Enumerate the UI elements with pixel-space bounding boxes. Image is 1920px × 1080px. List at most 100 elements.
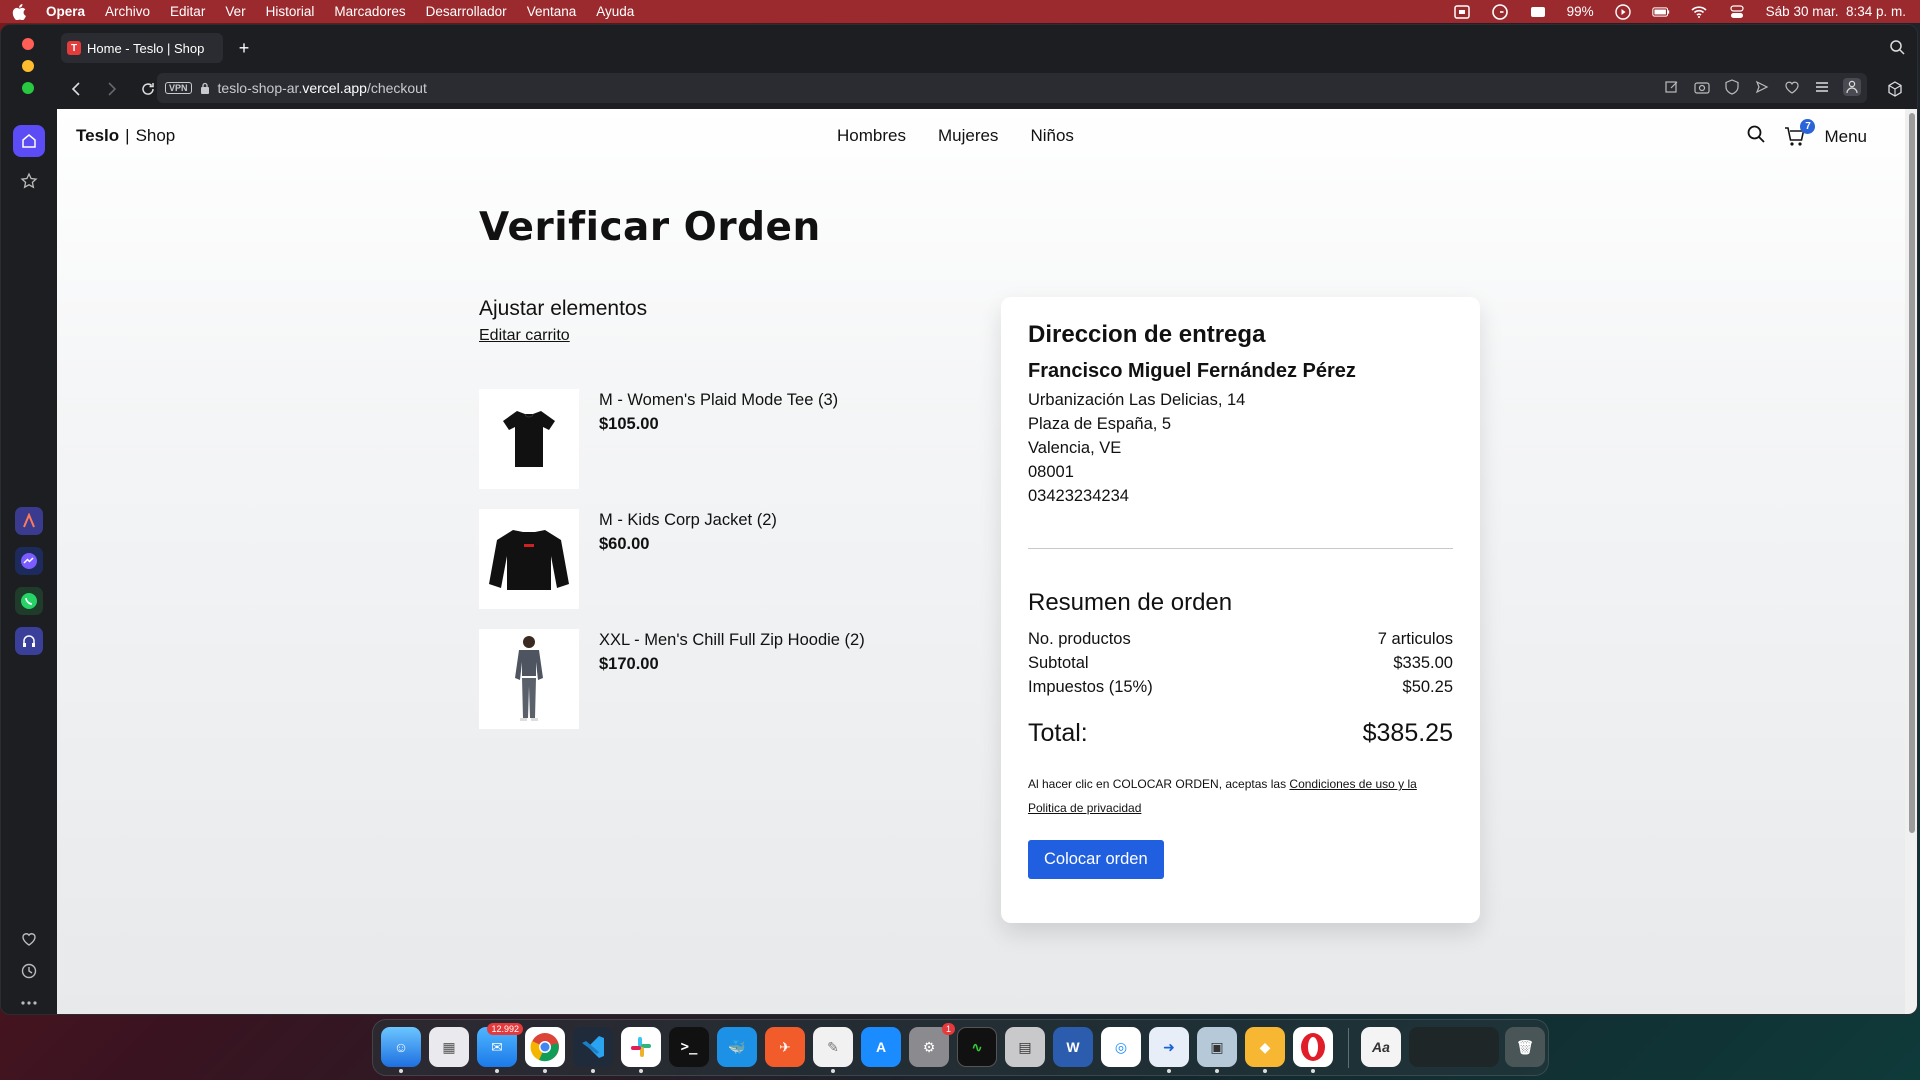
- grammarly-icon[interactable]: [1491, 3, 1509, 20]
- activity-monitor-icon[interactable]: ∿: [957, 1027, 997, 1067]
- system-settings-icon[interactable]: ⚙ 1: [909, 1023, 955, 1067]
- wifi-icon[interactable]: [1690, 5, 1708, 19]
- item-title: M - Women's Plaid Mode Tee (3): [599, 391, 839, 409]
- trash-icon[interactable]: 🗑: [1505, 1027, 1545, 1067]
- opera-icon[interactable]: [1293, 1027, 1333, 1073]
- item-price: $60.00: [599, 535, 650, 553]
- tab-title: Home - Teslo | Shop: [87, 40, 205, 56]
- vscode-icon[interactable]: [573, 1027, 613, 1073]
- messenger-icon[interactable]: [15, 547, 43, 575]
- word-icon[interactable]: W: [1053, 1027, 1093, 1067]
- launchpad-icon[interactable]: ▦: [429, 1027, 469, 1067]
- menu-ventana[interactable]: Ventana: [527, 4, 577, 19]
- heart-outline-icon[interactable]: [1783, 78, 1801, 96]
- close-window-button[interactable]: [22, 38, 34, 50]
- summary-value: 7 articulos: [1377, 630, 1453, 648]
- chrome-icon[interactable]: [525, 1027, 565, 1073]
- screen-share-icon[interactable]: [1453, 4, 1471, 19]
- place-order-button[interactable]: Colocar orden: [1028, 840, 1164, 879]
- menu-desarrollador[interactable]: Desarrollador: [426, 4, 507, 19]
- battery-icon[interactable]: [1651, 5, 1670, 19]
- music-player-icon[interactable]: [15, 627, 43, 655]
- total-value: $385.25: [1362, 719, 1453, 747]
- url-input[interactable]: VPN teslo-shop-ar. vercel.app/checkout: [157, 73, 1867, 103]
- finder-icon[interactable]: ☺: [381, 1027, 421, 1073]
- control-center-icon[interactable]: [1728, 4, 1746, 19]
- black-tshirt-image: [479, 389, 579, 489]
- nav-mujeres[interactable]: Mujeres: [938, 126, 998, 146]
- menu-historial[interactable]: Historial: [266, 4, 315, 19]
- profile-avatar-icon[interactable]: [1843, 78, 1861, 96]
- menu-editar[interactable]: Editar: [170, 4, 205, 19]
- tab-teslo-home[interactable]: T Home - Teslo | Shop: [61, 33, 223, 63]
- sketch-icon[interactable]: ◆: [1245, 1027, 1285, 1073]
- terminal-icon[interactable]: >_: [669, 1027, 709, 1067]
- menu-ayuda[interactable]: Ayuda: [596, 4, 634, 19]
- textedit-icon[interactable]: ✎: [813, 1027, 853, 1073]
- menu-marcadores[interactable]: Marcadores: [334, 4, 405, 19]
- calculator-icon[interactable]: ▤: [1005, 1027, 1045, 1067]
- mail-icon[interactable]: ✉ 12.992: [477, 1023, 523, 1073]
- apple-icon[interactable]: [12, 3, 26, 20]
- logo-rest: Shop: [135, 126, 176, 145]
- page-viewport: Teslo | Shop Hombres Mujeres Niños 7 Menu …: [57, 109, 1905, 1014]
- shield-icon[interactable]: [1723, 78, 1741, 96]
- nav-hombres[interactable]: Hombres: [837, 126, 906, 146]
- edit-cart-link[interactable]: Editar carrito: [479, 327, 647, 345]
- divider: [1028, 548, 1453, 549]
- safari-icon[interactable]: ◎: [1101, 1027, 1141, 1067]
- reload-icon[interactable]: [139, 80, 157, 98]
- docker-icon[interactable]: 🐳: [717, 1027, 757, 1067]
- search-icon[interactable]: [1746, 124, 1766, 149]
- vpn-badge[interactable]: VPN: [165, 82, 192, 94]
- postman-icon[interactable]: ✈: [765, 1027, 805, 1067]
- cart-icon[interactable]: 7: [1784, 118, 1816, 148]
- menu-ver[interactable]: Ver: [225, 4, 245, 19]
- list-item: M - Kids Corp Jacket (2) $60.00: [479, 509, 899, 609]
- keyboard-icon[interactable]: [1529, 5, 1547, 19]
- summary-heading: Resumen de orden: [1028, 589, 1233, 616]
- heart-icon[interactable]: [13, 923, 45, 955]
- menu-app-name[interactable]: Opera: [46, 4, 85, 19]
- document-stack-icon[interactable]: Aa: [1361, 1027, 1401, 1067]
- send-icon[interactable]: [1753, 78, 1771, 96]
- remote-desktop-icon[interactable]: ➜: [1149, 1027, 1189, 1073]
- zoom-window-button[interactable]: [22, 82, 34, 94]
- back-arrow-icon[interactable]: [67, 80, 85, 98]
- whatsapp-icon[interactable]: [15, 587, 43, 615]
- aria-ai-icon[interactable]: [15, 507, 43, 535]
- menu-button[interactable]: Menu: [1824, 127, 1867, 147]
- order-summary-card: Direccion de entrega Francisco Miguel Fe…: [1001, 297, 1480, 923]
- summary-label: No. productos: [1028, 630, 1131, 648]
- new-tab-plus-icon[interactable]: +: [235, 39, 253, 57]
- opera-sidebar: [1, 25, 57, 1014]
- summary-value: $335.00: [1393, 654, 1453, 672]
- extensions-cube-icon[interactable]: [1887, 81, 1903, 102]
- edit-icon[interactable]: [1663, 78, 1681, 96]
- summary-label: Subtotal: [1028, 654, 1089, 672]
- minimized-windows-thumbnail[interactable]: [1409, 1027, 1499, 1067]
- home-icon[interactable]: [13, 125, 45, 157]
- app-store-icon[interactable]: A: [861, 1027, 901, 1067]
- play-circle-icon[interactable]: [1614, 3, 1632, 20]
- forward-arrow-icon[interactable]: [103, 80, 121, 98]
- slack-icon[interactable]: [621, 1027, 661, 1073]
- bookmarks-star-icon[interactable]: [13, 165, 45, 197]
- easy-setup-icon[interactable]: [1813, 78, 1831, 96]
- tab-bar: T Home - Teslo | Shop +: [57, 25, 1917, 69]
- tab-search-icon[interactable]: [1889, 39, 1905, 60]
- teslo-favicon-icon: T: [67, 41, 81, 55]
- nav-ninos[interactable]: Niños: [1030, 126, 1073, 146]
- clock-datetime[interactable]: Sáb 30 mar. 8:34 p. m.: [1766, 4, 1906, 19]
- minimize-window-button[interactable]: [22, 60, 34, 72]
- scrollbar-thumb[interactable]: [1909, 113, 1915, 833]
- menu-archivo[interactable]: Archivo: [105, 4, 150, 19]
- summary-total-row: Total: $385.25: [1028, 719, 1453, 748]
- address-line-1: Urbanización Las Delicias, 14: [1028, 391, 1246, 409]
- page-scrollbar[interactable]: [1905, 109, 1917, 1014]
- preview-icon[interactable]: ▣: [1197, 1027, 1237, 1073]
- site-logo[interactable]: Teslo | Shop: [76, 126, 175, 146]
- camera-icon[interactable]: [1693, 78, 1711, 96]
- history-clock-icon[interactable]: [13, 955, 45, 987]
- more-options-icon[interactable]: [13, 987, 45, 1014]
